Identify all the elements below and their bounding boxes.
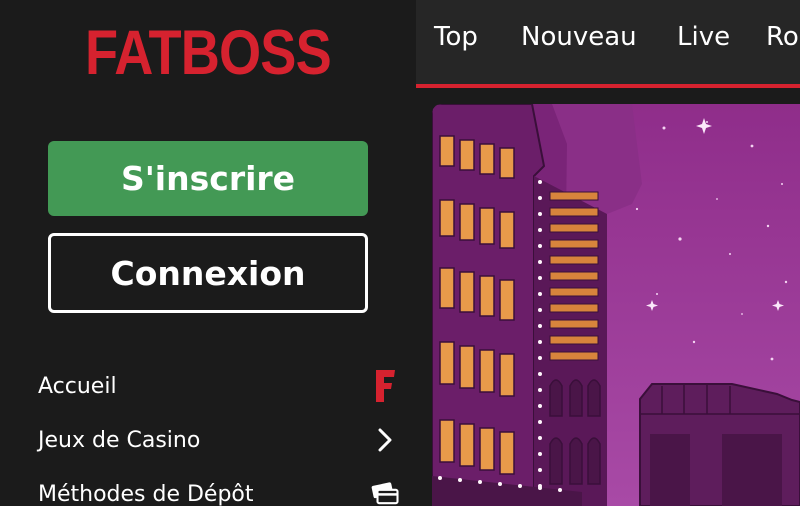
hero-banner[interactable]: [432, 104, 800, 506]
tab-live[interactable]: Live: [677, 22, 730, 52]
sidebar-item-jeux-de-casino[interactable]: Jeux de Casino: [38, 420, 400, 460]
chevron-right-icon: [370, 423, 400, 457]
top-navigation: Top Nouveau Live Ro: [416, 0, 800, 84]
fatboss-logo[interactable]: FATBOSS: [78, 20, 338, 86]
tab-ro[interactable]: Ro: [766, 22, 799, 52]
logo-text: FATBOSS: [85, 17, 332, 88]
sidebar-item-label: Méthodes de Dépôt: [38, 481, 254, 506]
casino-building-illustration: [432, 104, 800, 506]
sidebar-item-methodes-de-depot[interactable]: Méthodes de Dépôt: [38, 474, 400, 506]
signup-button[interactable]: S'inscrire: [48, 141, 368, 216]
login-button[interactable]: Connexion: [48, 233, 368, 313]
login-button-label: Connexion: [110, 253, 306, 293]
sidebar-item-label: Accueil: [38, 373, 117, 399]
sidebar: FATBOSS S'inscrire Connexion Accueil Jeu…: [0, 0, 416, 506]
nav-underline: [416, 84, 800, 88]
tab-nouveau[interactable]: Nouveau: [521, 22, 637, 52]
signup-button-label: S'inscrire: [120, 159, 296, 198]
credit-card-icon: [370, 477, 400, 506]
sidebar-item-label: Jeux de Casino: [38, 427, 201, 453]
fatboss-f-icon: [370, 369, 400, 403]
sidebar-item-accueil[interactable]: Accueil: [38, 366, 400, 406]
tab-top[interactable]: Top: [434, 22, 478, 52]
